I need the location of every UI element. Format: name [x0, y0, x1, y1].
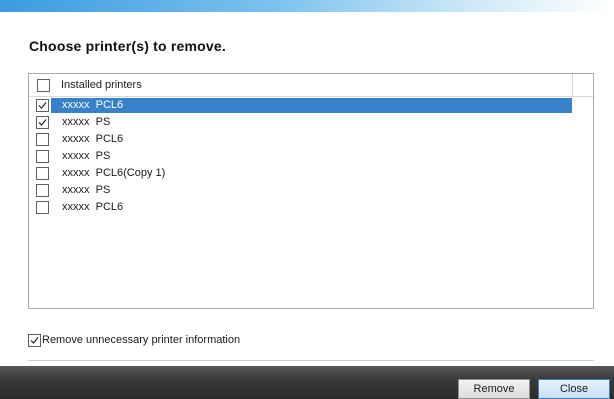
dialog-heading: Choose printer(s) to remove.	[29, 38, 226, 54]
checkmark-icon	[30, 337, 39, 344]
footer-bar: Remove Close	[0, 366, 614, 399]
title-bar	[0, 0, 614, 12]
printer-name: xxxxx PCL6	[62, 99, 124, 111]
remove-info-checkbox[interactable]	[28, 334, 41, 347]
printer-checkbox[interactable]	[36, 99, 49, 112]
close-button[interactable]: Close	[538, 379, 610, 399]
printer-name: xxxxx PCL6(Copy 1)	[62, 167, 166, 179]
printer-row[interactable]: xxxxx PS	[29, 115, 593, 130]
printer-checkbox[interactable]	[36, 150, 49, 163]
checkmark-icon	[38, 102, 47, 109]
printer-checkbox[interactable]	[36, 133, 49, 146]
printer-name: xxxxx PCL6	[62, 201, 124, 213]
remove-info-label[interactable]: Remove unnecessary printer information	[42, 334, 240, 346]
select-all-checkbox[interactable]	[37, 79, 50, 92]
printer-row[interactable]: xxxxx PCL6	[29, 98, 593, 113]
printer-checkbox[interactable]	[36, 201, 49, 214]
printer-checkbox[interactable]	[36, 167, 49, 180]
printer-name: xxxxx PS	[62, 184, 111, 196]
checkmark-icon	[38, 119, 47, 126]
printer-name: xxxxx PS	[62, 116, 111, 128]
printer-checkbox[interactable]	[36, 116, 49, 129]
printer-row[interactable]: xxxxx PCL6	[29, 132, 593, 147]
printer-row[interactable]: xxxxx PCL6(Copy 1)	[29, 166, 593, 181]
printer-name: xxxxx PS	[62, 150, 111, 162]
separator	[28, 360, 594, 361]
printer-name: xxxxx PCL6	[62, 133, 124, 145]
column-header-installed-printers[interactable]: Installed printers	[61, 79, 142, 91]
printer-row[interactable]: xxxxx PS	[29, 149, 593, 164]
selection-highlight	[51, 98, 572, 113]
column-divider[interactable]	[572, 74, 573, 96]
printer-checkbox[interactable]	[36, 184, 49, 197]
printer-listbox[interactable]: Installed printers xxxxx PCL6 xxxxx PS x…	[28, 73, 594, 309]
list-header: Installed printers	[29, 74, 593, 97]
printer-row[interactable]: xxxxx PS	[29, 183, 593, 198]
printer-row[interactable]: xxxxx PCL6	[29, 200, 593, 215]
remove-button[interactable]: Remove	[458, 379, 530, 399]
